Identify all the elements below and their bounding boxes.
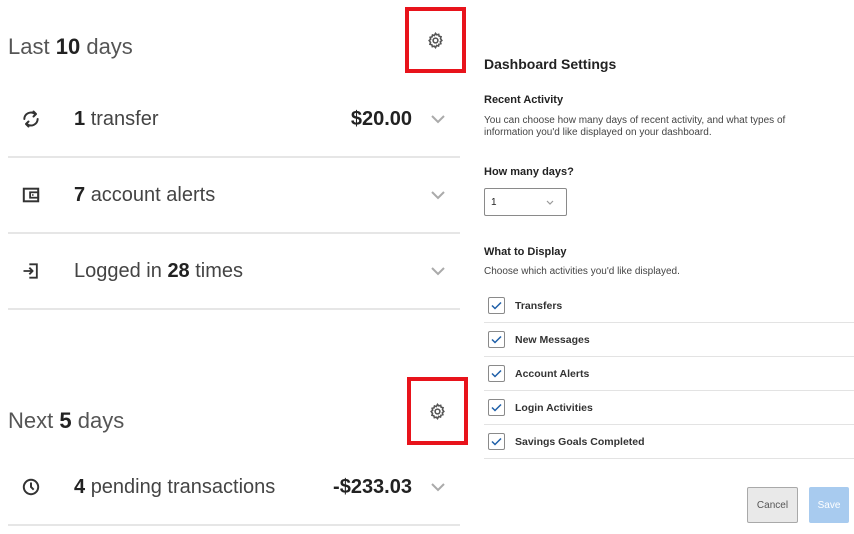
last-settings-gear-button[interactable] [405, 7, 466, 73]
next-suffix: days [77, 408, 125, 433]
days-select[interactable]: 1 [484, 188, 567, 216]
option-login-activities[interactable]: Login Activities [484, 391, 854, 425]
alerts-count: 7 [74, 183, 86, 206]
account-alerts-checkbox[interactable] [488, 365, 505, 382]
last-prefix: Last [8, 34, 50, 59]
transfer-text: 1 transfer [74, 108, 159, 131]
transfer-label: transfer [90, 107, 159, 130]
login-icon [20, 260, 42, 282]
option-transfers[interactable]: Transfers [484, 289, 854, 323]
clock-icon [20, 476, 42, 498]
login-activities-label: Login Activities [515, 401, 593, 414]
pending-label: pending transactions [90, 475, 276, 498]
chevron-down-icon[interactable] [430, 189, 446, 201]
dashboard-settings-panel: Dashboard Settings Recent Activity You c… [476, 0, 854, 534]
cancel-button[interactable]: Cancel [747, 487, 798, 523]
checkmark-icon [491, 301, 502, 310]
next-days-title: Next 5 days [8, 408, 124, 434]
pending-count: 4 [74, 475, 86, 498]
checkmark-icon [491, 403, 502, 412]
pending-text: 4 pending transactions [74, 476, 275, 499]
transfer-count: 1 [74, 107, 86, 130]
login-row[interactable]: Logged in 28 times [8, 234, 460, 310]
option-savings-goals[interactable]: Savings Goals Completed [484, 425, 854, 459]
settings-title: Dashboard Settings [484, 56, 617, 72]
alerts-label: account alerts [90, 183, 216, 206]
chevron-down-icon[interactable] [430, 113, 446, 125]
savings-goals-label: Savings Goals Completed [515, 435, 645, 448]
wallet-icon [20, 184, 42, 206]
pending-transactions-row[interactable]: 4 pending transactions -$233.03 [8, 450, 460, 526]
transfers-checkbox[interactable] [488, 297, 505, 314]
last-count: 10 [55, 34, 81, 59]
new-messages-label: New Messages [515, 333, 590, 346]
login-text: Logged in 28 times [74, 260, 243, 283]
transfer-amount: $20.00 [350, 107, 412, 130]
transfer-icon [20, 108, 42, 130]
chevron-down-icon[interactable] [430, 265, 446, 277]
recent-activity-description: You can choose how many days of recent a… [484, 115, 786, 138]
recent-activity-panel: Last 10 days 1 transfer $20.00 7 account… [0, 0, 468, 534]
login-pre: Logged in [74, 259, 162, 282]
pending-amount: -$233.03 [333, 475, 412, 498]
next-prefix: Next [8, 408, 54, 433]
chevron-down-icon[interactable] [430, 481, 446, 493]
checkmark-icon [491, 369, 502, 378]
savings-goals-checkbox[interactable] [488, 433, 505, 450]
save-button[interactable]: Save [809, 487, 849, 523]
next-settings-gear-button[interactable] [407, 377, 468, 445]
display-heading: What to Display [484, 246, 567, 258]
checkmark-icon [491, 335, 502, 344]
recent-activity-heading: Recent Activity [484, 94, 564, 106]
days-select-value: 1 [491, 197, 497, 208]
last-suffix: days [86, 34, 133, 59]
checkmark-icon [491, 437, 502, 446]
last-days-title: Last 10 days [8, 34, 133, 60]
transfers-label: Transfers [515, 299, 563, 312]
transfer-row[interactable]: 1 transfer $20.00 [8, 82, 460, 158]
account-alerts-text: 7 account alerts [74, 184, 215, 207]
display-description: Choose which activities you'd like displ… [484, 266, 680, 277]
login-label: times [195, 259, 244, 282]
gear-icon [428, 31, 443, 49]
login-activities-checkbox[interactable] [488, 399, 505, 416]
login-count: 28 [167, 259, 190, 282]
account-alerts-row[interactable]: 7 account alerts [8, 158, 460, 234]
option-new-messages[interactable]: New Messages [484, 323, 854, 357]
chevron-down-icon [546, 200, 554, 205]
days-heading: How many days? [484, 166, 574, 178]
new-messages-checkbox[interactable] [488, 331, 505, 348]
next-count: 5 [59, 408, 72, 433]
option-account-alerts[interactable]: Account Alerts [484, 357, 854, 391]
gear-icon [430, 402, 445, 420]
account-alerts-label: Account Alerts [515, 367, 590, 380]
